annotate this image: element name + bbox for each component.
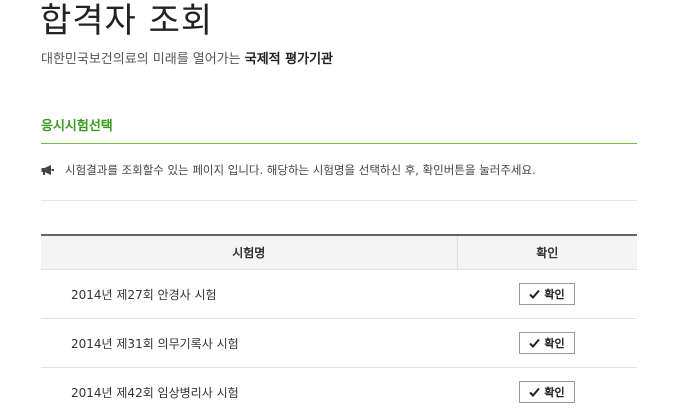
- check-icon: [529, 387, 541, 397]
- section-divider: [41, 143, 637, 144]
- action-cell: 확인: [457, 367, 637, 411]
- subtitle-strong: 국제적 평가기관: [244, 52, 334, 67]
- table-row: 2014년 제42회 임상병리사 시험 확인: [41, 367, 637, 411]
- table-row: 2014년 제31회 의무기록사 시험 확인: [41, 318, 637, 368]
- notice-divider: [41, 200, 637, 201]
- section-title: 응시시험선택: [41, 119, 113, 134]
- action-cell: 확인: [457, 318, 637, 368]
- exam-table: 시험명 확인 2014년 제27회 안경사 시험 확인 2014년 제31회 의…: [41, 234, 637, 411]
- column-header-confirm: 확인: [457, 234, 637, 270]
- confirm-button-label: 확인: [544, 386, 565, 399]
- exam-name-cell: 2014년 제42회 임상병리사 시험: [41, 367, 457, 411]
- table-header-row: 시험명 확인: [41, 234, 637, 270]
- check-icon: [529, 338, 541, 348]
- table-row: 2014년 제27회 안경사 시험 확인: [41, 269, 637, 319]
- confirm-button[interactable]: 확인: [519, 283, 575, 305]
- page-title: 합격자 조회: [40, 1, 214, 41]
- confirm-button-label: 확인: [544, 288, 565, 301]
- exam-name-cell: 2014년 제27회 안경사 시험: [41, 269, 457, 319]
- megaphone-icon: [41, 165, 54, 175]
- confirm-button[interactable]: 확인: [519, 332, 575, 354]
- notice: 시험결과를 조회할수 있는 페이지 입니다. 해당하는 시험명을 선택하신 후,…: [41, 161, 536, 179]
- action-cell: 확인: [457, 269, 637, 319]
- page: 합격자 조회 대한민국보건의료의 미래를 열어가는 국제적 평가기관 응시시험선…: [0, 0, 680, 411]
- confirm-button[interactable]: 확인: [519, 381, 575, 403]
- page-subtitle: 대한민국보건의료의 미래를 열어가는 국제적 평가기관: [41, 51, 333, 69]
- subtitle-prefix: 대한민국보건의료의 미래를 열어가는: [41, 52, 241, 67]
- check-icon: [529, 289, 541, 299]
- confirm-button-label: 확인: [544, 337, 565, 350]
- column-header-exam-name: 시험명: [41, 234, 458, 270]
- notice-text: 시험결과를 조회할수 있는 페이지 입니다. 해당하는 시험명을 선택하신 후,…: [65, 163, 536, 177]
- exam-name-cell: 2014년 제31회 의무기록사 시험: [41, 318, 457, 368]
